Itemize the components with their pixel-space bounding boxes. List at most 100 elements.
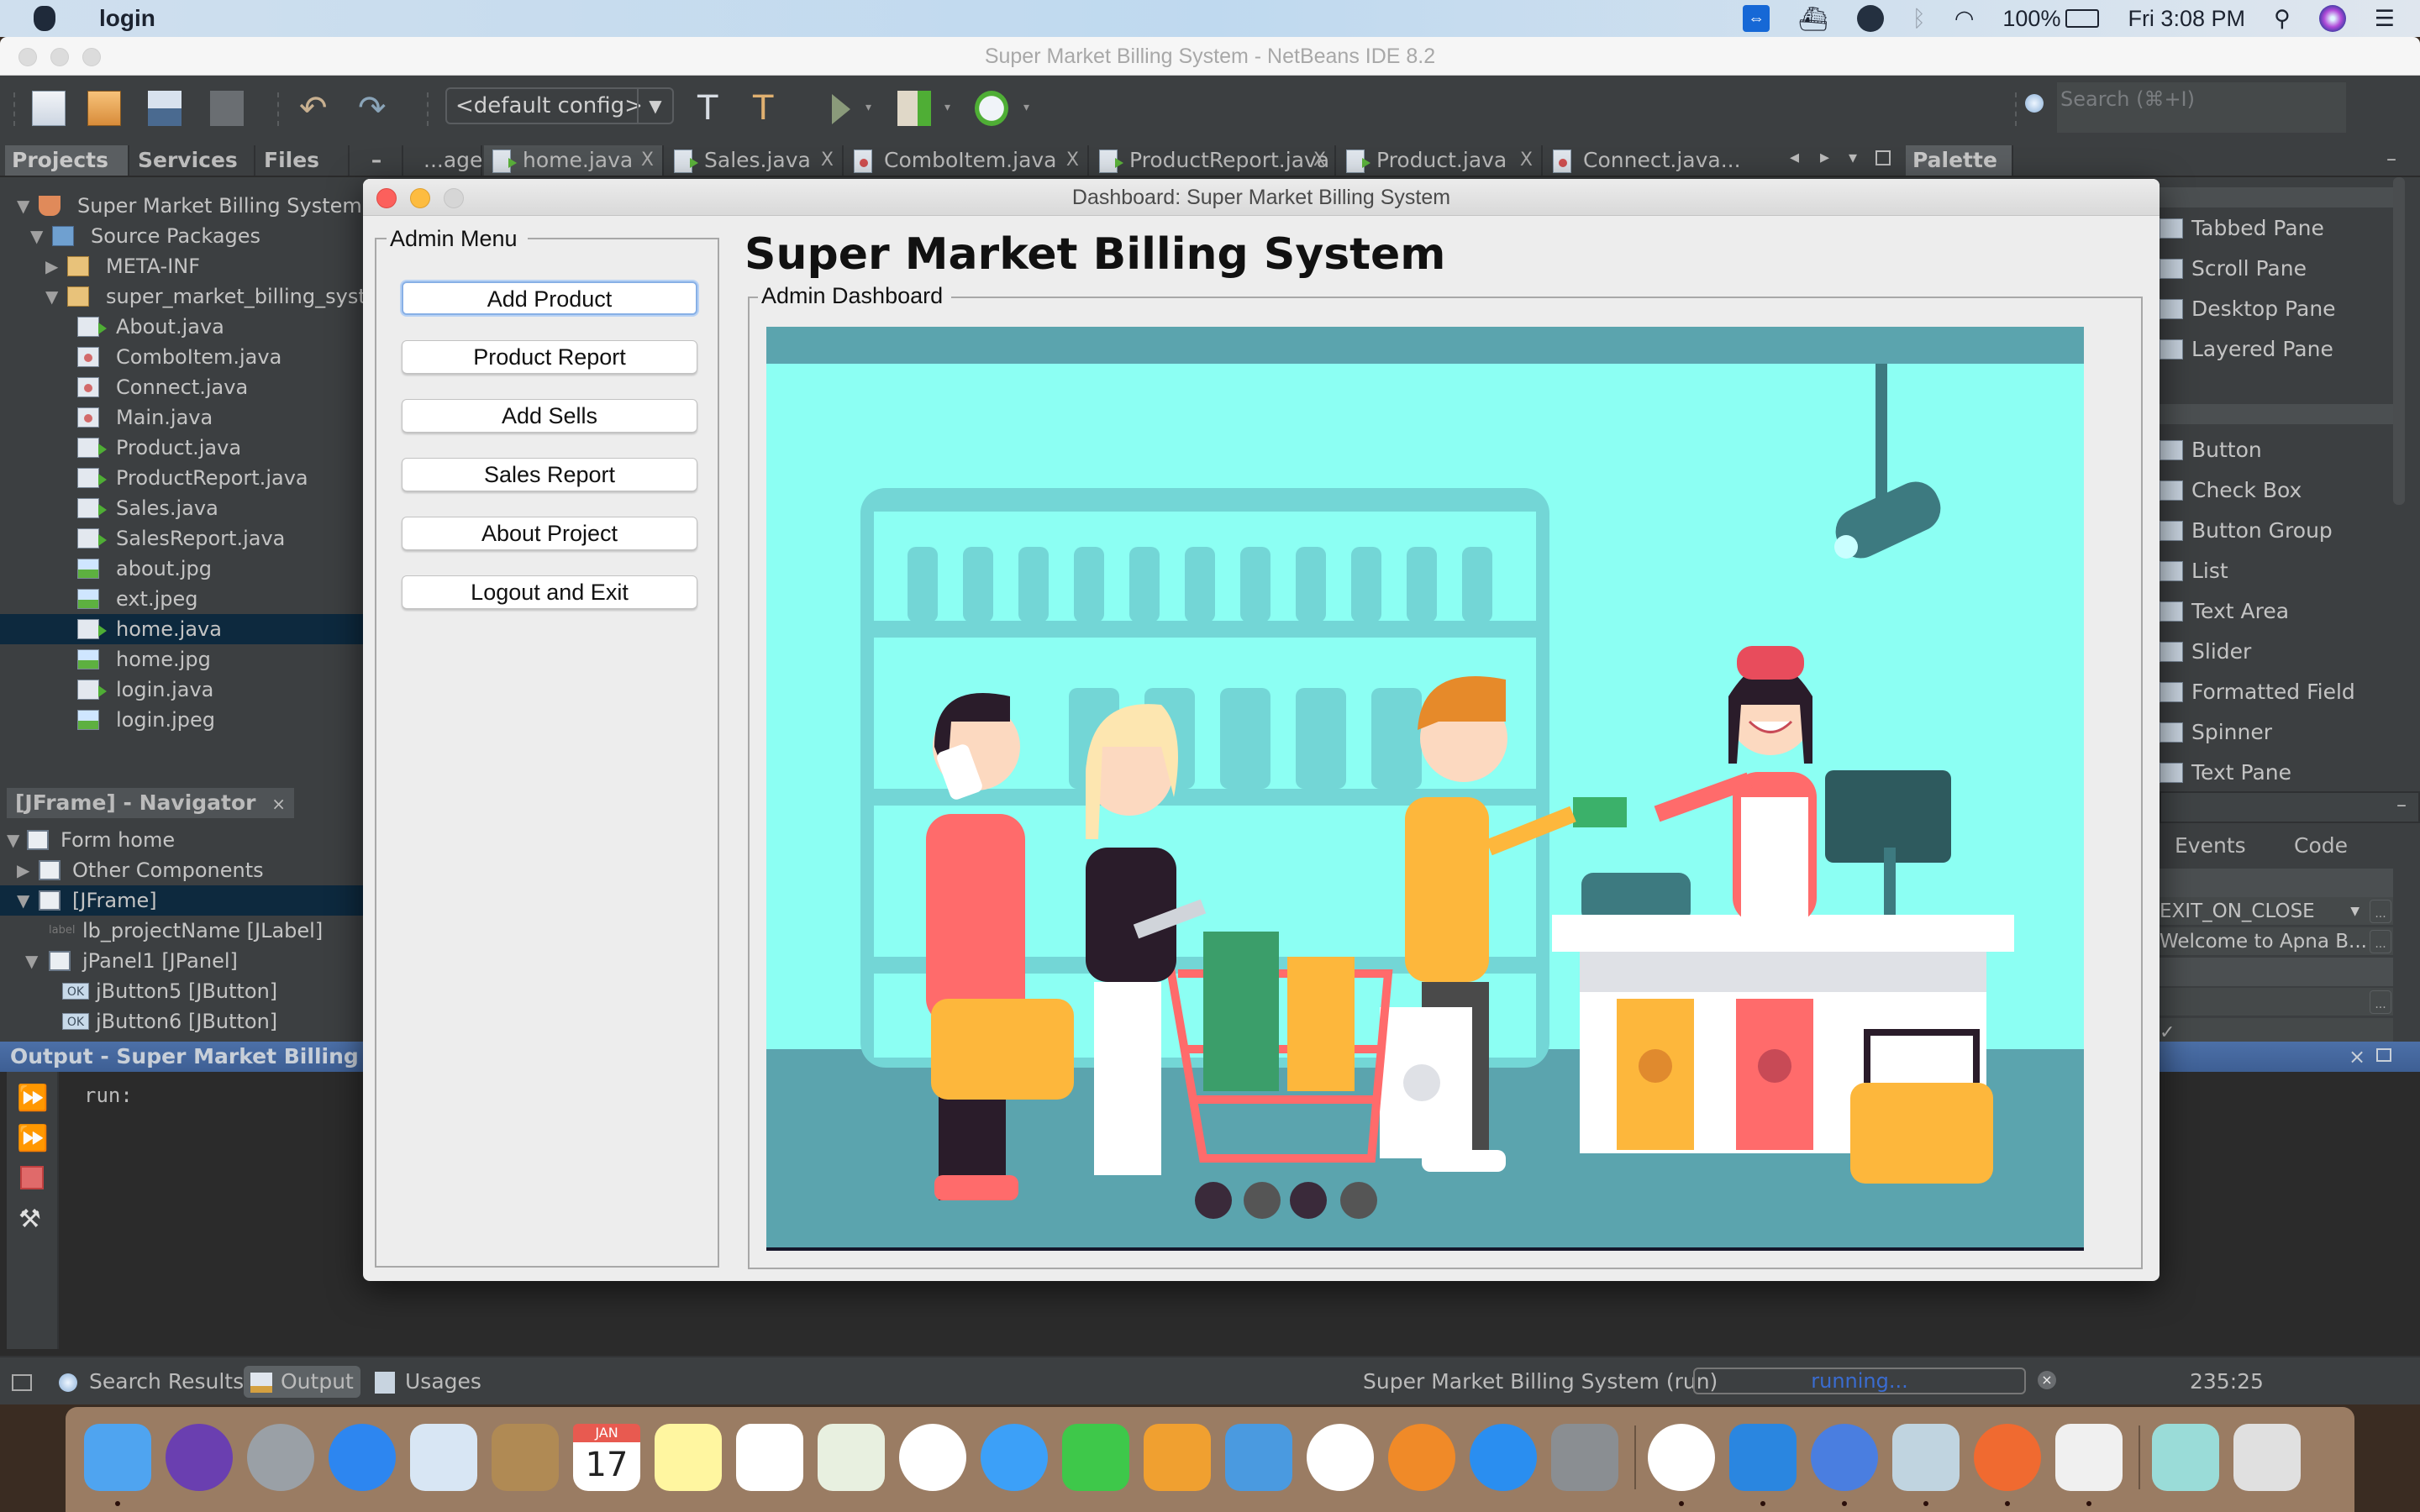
- tab-palette[interactable]: Palette X: [1906, 145, 2013, 202]
- tab-usages[interactable]: Usages: [375, 1366, 481, 1398]
- project-tree-item[interactable]: ▶ META-INF: [0, 251, 363, 281]
- zoom-window-button[interactable]: [82, 48, 101, 66]
- navigator-item[interactable]: ▼ Form home: [0, 825, 363, 855]
- collapse-toggle-icon[interactable]: ▼: [17, 191, 29, 221]
- palette-item[interactable]: Layered Pane: [2160, 329, 2403, 370]
- logout-and-exit-button[interactable]: Logout and Exit: [402, 575, 697, 609]
- tab-list-dropdown-icon[interactable]: ▾: [1849, 147, 1857, 167]
- editor-tab-product-java[interactable]: Product.java X: [1338, 145, 1543, 176]
- dock-finder-icon[interactable]: [84, 1424, 151, 1491]
- add-product-button[interactable]: Add Product: [402, 281, 697, 315]
- tab-services[interactable]: Services: [131, 145, 255, 176]
- restore-window-group-icon[interactable]: [12, 1374, 32, 1391]
- new-file-icon[interactable]: [32, 91, 66, 126]
- cloud-upload-icon[interactable]: [1856, 5, 1884, 32]
- project-tree-item[interactable]: SalesReport.java: [0, 523, 363, 554]
- dock-app-store-icon[interactable]: [1470, 1424, 1537, 1491]
- dock-mail-icon[interactable]: [410, 1424, 477, 1491]
- minimize-window-button[interactable]: [410, 188, 430, 208]
- run-icon[interactable]: [832, 94, 850, 124]
- run-dropdown-icon[interactable]: ▾: [865, 101, 871, 114]
- cancel-task-icon[interactable]: ×: [2038, 1371, 2056, 1389]
- new-project-icon[interactable]: [87, 91, 121, 126]
- stop-icon[interactable]: [20, 1166, 44, 1189]
- editor-tab-sales-java[interactable]: Sales.java X: [666, 145, 844, 176]
- project-tree-item[interactable]: about.jpg: [0, 554, 363, 584]
- palette-scrollbar[interactable]: [2393, 177, 2405, 505]
- palette-item[interactable]: Desktop Pane: [2160, 289, 2403, 329]
- project-tree-item[interactable]: ext.jpeg: [0, 584, 363, 614]
- settings-wrench-icon[interactable]: ⚒: [18, 1205, 41, 1234]
- dock-virtualbox-icon[interactable]: [1892, 1424, 1960, 1491]
- palette-item[interactable]: Formatted Field: [2160, 672, 2403, 712]
- palette-item[interactable]: Spinner: [2160, 712, 2403, 753]
- tab-files[interactable]: Files: [257, 145, 350, 176]
- editor-tab-productreport-java[interactable]: ProductReport.java X: [1091, 145, 1336, 176]
- profile-dropdown-icon[interactable]: ▾: [1023, 101, 1029, 114]
- project-tree-item[interactable]: ▼ Source Packages: [0, 221, 363, 251]
- active-app-menu[interactable]: login: [99, 5, 155, 32]
- tab-code[interactable]: Code: [2294, 833, 2348, 858]
- dock-pages-icon[interactable]: [1144, 1424, 1211, 1491]
- property-category[interactable]: [2160, 958, 2393, 986]
- palette-item[interactable]: List: [2160, 551, 2403, 591]
- collapse-toggle-icon[interactable]: ▼: [25, 946, 38, 976]
- float-window-icon[interactable]: [2376, 1048, 2391, 1062]
- rerun-with-args-icon[interactable]: ⏩: [17, 1124, 48, 1153]
- sales-report-button[interactable]: Sales Report: [402, 458, 697, 491]
- dock-chromium-icon[interactable]: [1811, 1424, 1878, 1491]
- project-tree-item[interactable]: Main.java: [0, 402, 363, 433]
- property-editor-button[interactable]: ...: [2370, 930, 2391, 953]
- project-tree-item[interactable]: About.java: [0, 312, 363, 342]
- minimize-panel-button[interactable]: –: [351, 145, 403, 176]
- task-progress-bar[interactable]: running...: [1693, 1368, 2026, 1394]
- project-tree-item[interactable]: Product.java: [0, 433, 363, 463]
- chevron-down-icon[interactable]: ▼: [2350, 897, 2360, 926]
- clock[interactable]: Fri 3:08 PM: [2128, 6, 2245, 32]
- build-hammer-icon[interactable]: T: [697, 91, 731, 126]
- dock-safari-icon[interactable]: [329, 1424, 396, 1491]
- expand-toggle-icon[interactable]: ▶: [45, 251, 58, 281]
- dock-system-preferences-icon[interactable]: [1551, 1424, 1618, 1491]
- property-title[interactable]: Welcome to Apna B... ...: [2160, 927, 2393, 956]
- collapse-toggle-icon[interactable]: ▼: [45, 281, 58, 312]
- minimize-properties-button[interactable]: –: [2396, 793, 2407, 816]
- collapse-toggle-icon[interactable]: ▼: [17, 885, 29, 916]
- dock-maps-icon[interactable]: [818, 1424, 885, 1491]
- project-tree-item[interactable]: ProductReport.java: [0, 463, 363, 493]
- search-icon[interactable]: [2025, 94, 2044, 113]
- palette-item[interactable]: Button: [2160, 430, 2403, 470]
- close-output-icon[interactable]: ×: [2349, 1042, 2365, 1072]
- property-default-close-operation[interactable]: EXIT_ON_CLOSE ▼ ...: [2160, 897, 2393, 926]
- dock-java-icon[interactable]: [2055, 1424, 2123, 1491]
- notification-center-icon[interactable]: ☰: [2375, 6, 2395, 32]
- expand-toggle-icon[interactable]: ▶: [17, 855, 29, 885]
- chevron-down-icon[interactable]: ▼: [637, 89, 672, 123]
- palette-item[interactable]: Text Area: [2160, 591, 2403, 632]
- product-report-button[interactable]: Product Report: [402, 340, 697, 374]
- clean-build-icon[interactable]: T: [753, 91, 786, 126]
- about-project-button[interactable]: About Project: [402, 517, 697, 550]
- close-tab-icon[interactable]: X: [1313, 145, 1326, 176]
- dock-ibooks-icon[interactable]: [1388, 1424, 1455, 1491]
- project-tree-item[interactable]: ▼ Super Market Billing System: [0, 191, 363, 221]
- navigator-item[interactable]: ▼ jPanel1 [JPanel]: [0, 946, 363, 976]
- tab-navigator[interactable]: [JFrame] - Navigator ×: [7, 788, 294, 818]
- config-select[interactable]: <default config> ▼: [445, 87, 674, 124]
- dock-chrome-icon[interactable]: [1648, 1424, 1715, 1491]
- wifi-icon[interactable]: ◠: [1954, 6, 1975, 32]
- palette-category-header[interactable]: [2160, 404, 2403, 424]
- tab-events[interactable]: Events: [2175, 833, 2246, 858]
- project-tree-item[interactable]: login.jpeg: [0, 705, 363, 735]
- add-sells-button[interactable]: Add Sells: [402, 399, 697, 433]
- dock-facetime-icon[interactable]: [1062, 1424, 1129, 1491]
- project-tree-item[interactable]: ComboItem.java: [0, 342, 363, 372]
- close-tab-icon[interactable]: X: [1066, 145, 1079, 176]
- palette-category-header[interactable]: [2160, 187, 2403, 207]
- navigator-item[interactable]: OK jButton5 [JButton]: [0, 976, 363, 1006]
- dock-siri-icon[interactable]: [166, 1424, 233, 1491]
- dock-photos-icon[interactable]: [899, 1424, 966, 1491]
- minimize-window-button[interactable]: [50, 48, 69, 66]
- project-tree-item[interactable]: home.java: [0, 614, 363, 644]
- spotlight-search-icon[interactable]: ⚲: [2274, 6, 2291, 32]
